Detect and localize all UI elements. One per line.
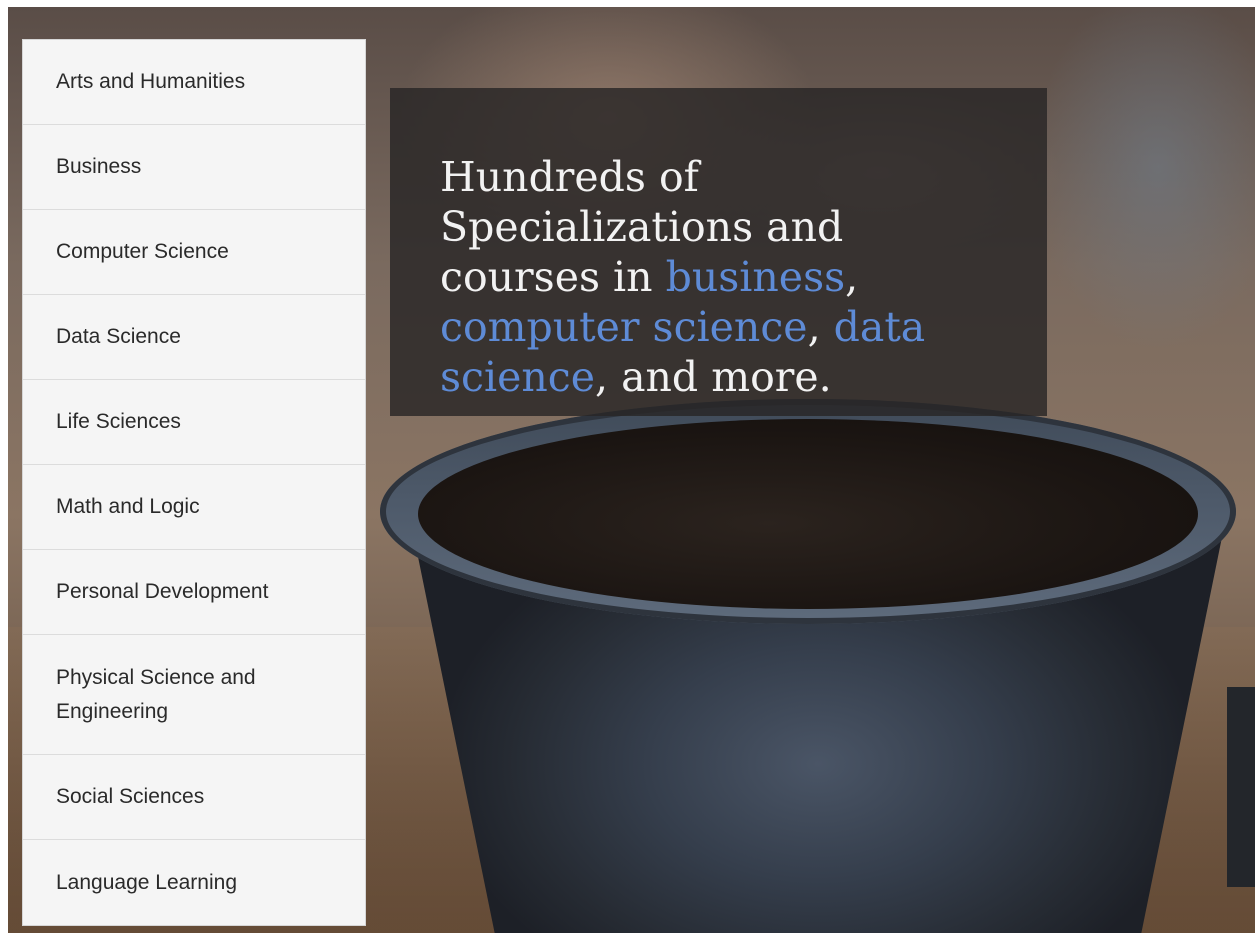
hero-separator: ,	[845, 253, 859, 301]
menu-item-life-sciences[interactable]: Life Sciences	[23, 380, 365, 465]
menu-item-label: Personal Development	[56, 580, 269, 603]
menu-item-label: Life Sciences	[56, 410, 181, 433]
menu-item-label: Math and Logic	[56, 495, 200, 518]
menu-item-label: Business	[56, 155, 142, 178]
menu-item-data-science[interactable]: Data Science	[23, 295, 365, 380]
menu-item-label: Physical Science and Engineering	[56, 665, 256, 723]
menu-item-social-sciences[interactable]: Social Sciences	[23, 755, 365, 840]
menu-item-arts-and-humanities[interactable]: Arts and Humanities	[23, 40, 365, 125]
menu-item-label: Arts and Humanities	[56, 70, 246, 93]
menu-item-language-learning[interactable]: Language Learning	[23, 840, 365, 925]
hero-separator: ,	[807, 303, 834, 351]
menu-item-business[interactable]: Business	[23, 125, 365, 210]
menu-item-label: Social Sciences	[56, 785, 205, 808]
menu-item-label: Computer Science	[56, 240, 229, 263]
hero-text-outro: , and more.	[595, 353, 832, 401]
menu-item-math-and-logic[interactable]: Math and Logic	[23, 465, 365, 550]
category-menu: Arts and Humanities Business Computer Sc…	[22, 39, 366, 926]
menu-item-physical-science-and-engineering[interactable]: Physical Science and Engineering	[23, 635, 365, 755]
hero-text-panel: Hundreds of Specializations and courses …	[390, 88, 1047, 416]
menu-item-personal-development[interactable]: Personal Development	[23, 550, 365, 635]
background-object	[1227, 687, 1255, 887]
cup-inside	[418, 419, 1198, 609]
menu-item-computer-science[interactable]: Computer Science	[23, 210, 365, 295]
hero-headline: Hundreds of Specializations and courses …	[440, 152, 1007, 402]
computer-science-link[interactable]: computer science	[440, 303, 808, 351]
menu-item-label: Data Science	[56, 325, 181, 348]
business-link[interactable]: business	[666, 253, 846, 301]
menu-item-label: Language Learning	[56, 870, 238, 894]
